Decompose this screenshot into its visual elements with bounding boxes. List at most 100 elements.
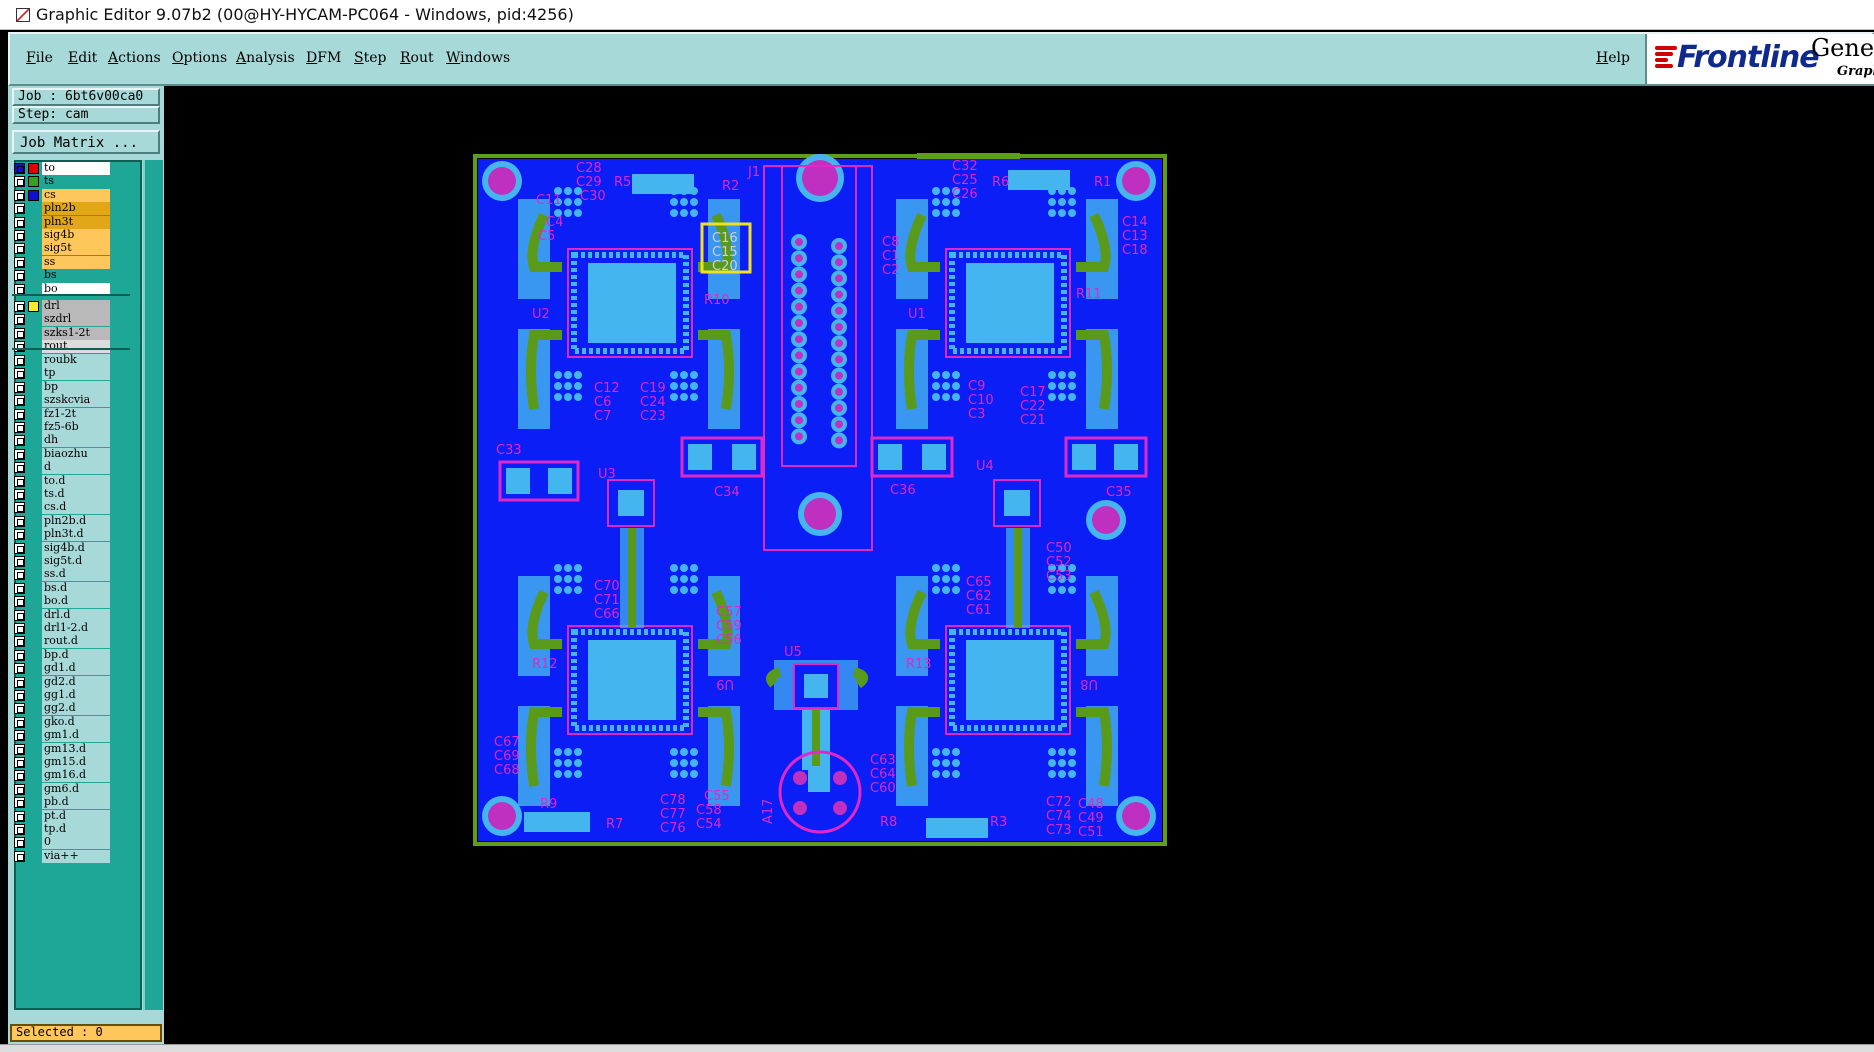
layer-row[interactable]: szks1-2t (14, 326, 110, 340)
layer-row[interactable]: pt.d (14, 809, 110, 823)
layer-row[interactable]: sig5t.d (14, 555, 110, 568)
layer-row[interactable]: gko.d (14, 715, 110, 729)
layer-row[interactable]: rout (14, 340, 110, 354)
layer-color-swatch[interactable] (28, 301, 39, 312)
layer-checkbox[interactable] (14, 355, 25, 366)
layer-color-swatch[interactable] (28, 797, 39, 809)
layer-row[interactable]: gm13.d (14, 742, 110, 756)
layer-row[interactable]: ss (14, 255, 110, 269)
layer-color-swatch[interactable] (28, 314, 39, 326)
layer-row[interactable]: fz5-6b (14, 421, 110, 434)
layer-checkbox[interactable] (14, 230, 25, 241)
layer-checkbox[interactable] (14, 770, 25, 782)
layer-color-swatch[interactable] (28, 243, 39, 255)
layer-row[interactable]: roubk (14, 354, 110, 367)
layer-row[interactable]: d (14, 461, 110, 475)
layer-color-swatch[interactable] (28, 569, 39, 581)
layer-checkbox[interactable] (14, 189, 25, 201)
layer-color-swatch[interactable] (28, 515, 39, 527)
layer-checkbox[interactable] (14, 515, 25, 527)
layer-row[interactable]: bp.d (14, 648, 110, 662)
layer-checkbox[interactable] (14, 542, 25, 554)
layer-row[interactable]: pln3t (14, 215, 110, 229)
layer-checkbox[interactable] (14, 757, 25, 768)
layer-color-swatch[interactable] (28, 810, 39, 822)
layer-color-swatch[interactable] (28, 609, 39, 621)
layer-checkbox[interactable] (14, 663, 25, 675)
layer-row[interactable]: fz1-2t (14, 407, 110, 421)
layer-checkbox[interactable] (14, 690, 25, 701)
layer-checkbox[interactable] (14, 216, 25, 228)
layer-color-swatch[interactable] (28, 636, 39, 648)
layer-color-swatch[interactable] (28, 676, 39, 688)
layer-checkbox[interactable] (14, 341, 25, 353)
layer-row[interactable]: ss.d (14, 568, 110, 582)
layer-checkbox[interactable] (14, 783, 25, 795)
layer-row[interactable]: pln2b.d (14, 514, 110, 528)
layer-row[interactable]: szdrl (14, 313, 110, 327)
layer-row[interactable]: gm15.d (14, 756, 110, 769)
layer-color-swatch[interactable] (28, 395, 39, 407)
layer-checkbox[interactable] (14, 381, 25, 393)
layer-row[interactable]: gd1.d (14, 662, 110, 676)
layer-color-swatch[interactable] (28, 582, 39, 594)
layer-row[interactable]: pln3t.d (14, 528, 110, 542)
layer-color-swatch[interactable] (28, 596, 39, 608)
layer-row[interactable]: szskcvia (14, 394, 110, 408)
layer-checkbox[interactable] (14, 703, 25, 715)
layer-row[interactable]: via++ (14, 849, 110, 863)
layer-color-swatch[interactable] (28, 542, 39, 554)
layer-row[interactable]: pln2b (14, 202, 110, 216)
layer-checkbox[interactable] (14, 368, 25, 380)
layer-color-swatch[interactable] (28, 408, 39, 420)
layer-row[interactable]: gg1.d (14, 689, 110, 702)
layer-row[interactable]: bs (14, 269, 110, 283)
layer-row[interactable]: gm6.d (14, 782, 110, 796)
layer-checkbox[interactable] (14, 649, 25, 661)
layer-color-swatch[interactable] (28, 163, 39, 174)
layer-color-swatch[interactable] (28, 341, 39, 353)
layer-color-swatch[interactable] (28, 283, 39, 295)
menu-rout[interactable]: Rout (400, 50, 434, 66)
layer-row[interactable]: 0 (14, 836, 110, 850)
layer-color-swatch[interactable] (28, 203, 39, 215)
layer-color-swatch[interactable] (28, 189, 39, 201)
layer-checkbox[interactable] (14, 489, 25, 500)
layer-row[interactable]: tp.d (14, 823, 110, 836)
layer-checkbox[interactable] (14, 408, 25, 420)
layer-color-swatch[interactable] (28, 663, 39, 675)
layer-row[interactable]: rout.d (14, 635, 110, 649)
layer-color-swatch[interactable] (28, 368, 39, 380)
layer-checkbox[interactable] (14, 569, 25, 581)
layer-row[interactable]: to (14, 162, 110, 175)
layer-color-swatch[interactable] (28, 837, 39, 849)
layer-checkbox[interactable] (14, 636, 25, 648)
layer-color-swatch[interactable] (28, 216, 39, 228)
menu-options[interactable]: Options (172, 50, 227, 66)
layer-row[interactable]: biaozhu (14, 447, 110, 461)
layer-color-swatch[interactable] (28, 230, 39, 241)
layer-checkbox[interactable] (14, 176, 25, 188)
layer-color-swatch[interactable] (28, 176, 39, 188)
layer-color-swatch[interactable] (28, 270, 39, 282)
layer-color-swatch[interactable] (28, 256, 39, 268)
layer-checkbox[interactable] (14, 716, 25, 728)
layer-checkbox[interactable] (14, 676, 25, 688)
layer-color-swatch[interactable] (28, 475, 39, 487)
layer-row[interactable]: dh (14, 434, 110, 448)
layer-color-swatch[interactable] (28, 381, 39, 393)
layer-checkbox[interactable] (14, 623, 25, 634)
layer-color-swatch[interactable] (28, 327, 39, 339)
layer-row[interactable]: sig4b.d (14, 541, 110, 555)
layer-color-swatch[interactable] (28, 529, 39, 541)
layer-checkbox[interactable] (14, 556, 25, 567)
layer-row[interactable]: cs.d (14, 501, 110, 515)
layer-checkbox[interactable] (14, 256, 25, 268)
layer-checkbox[interactable] (14, 837, 25, 849)
layer-color-swatch[interactable] (28, 716, 39, 728)
pcb-view[interactable]: C28C29C30R5 R2J1 C32C25C26R6 R1C11C4C5C14C1… (166, 86, 1874, 1044)
layer-color-swatch[interactable] (28, 556, 39, 567)
layer-row[interactable]: tp (14, 367, 110, 381)
layer-checkbox[interactable] (14, 243, 25, 255)
layer-row[interactable]: gg2.d (14, 702, 110, 716)
